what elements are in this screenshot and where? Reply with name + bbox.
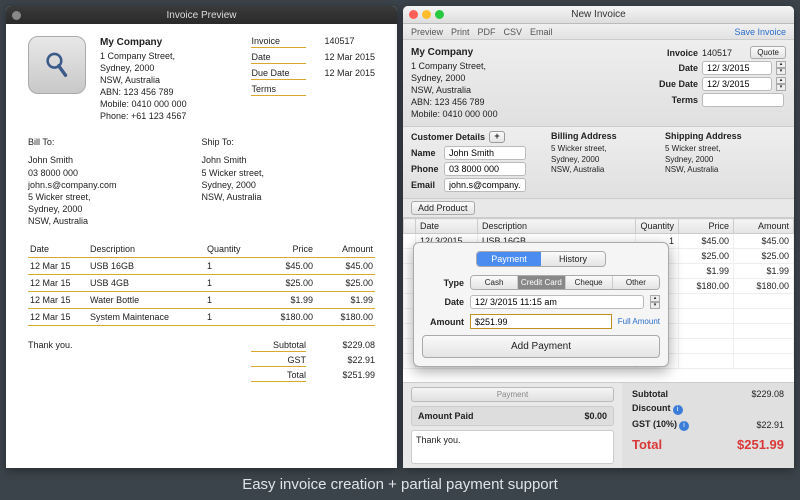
company-info: My Company 1 Company Street, Sydney, 200… (100, 36, 187, 122)
bill-to: Bill To: John Smith03 8000 000john.s@com… (28, 136, 202, 227)
preview-titlebar: Invoice Preview (6, 6, 397, 24)
marketing-caption: Easy invoice creation + partial payment … (0, 468, 800, 493)
totals: Subtotal$229.08 GST$22.91 Total$251.99 (251, 340, 375, 385)
summary-panel: Subtotal$229.08 Discounti GST (10%)i$22.… (622, 383, 794, 468)
close-icon[interactable] (409, 10, 418, 19)
invoice-number: 140517 (702, 48, 732, 58)
toolbar-preview[interactable]: Preview (411, 27, 443, 37)
tab-payment: Payment (477, 252, 541, 266)
thank-you: Thank you. (28, 340, 73, 385)
payment-type-segment[interactable]: CashCredit CardChequeOther (470, 275, 660, 290)
toolbar-email[interactable]: Email (530, 27, 553, 37)
add-payment-button[interactable]: Add Payment (422, 335, 660, 358)
terms-input[interactable] (702, 93, 784, 107)
info-icon[interactable]: i (679, 421, 689, 431)
close-icon[interactable] (12, 11, 21, 20)
customer-email-input[interactable] (444, 178, 526, 192)
customer-name-input[interactable] (444, 146, 526, 160)
line-items-table: DateDescriptionQuantityPriceAmount 12 Ma… (28, 241, 375, 326)
customer-phone-input[interactable] (444, 162, 526, 176)
editor-toolbar: Preview Print PDF CSV Email Save Invoice (403, 24, 794, 40)
quote-button[interactable]: Quote (750, 46, 786, 59)
payment-date-input[interactable] (470, 295, 644, 309)
add-customer-button[interactable]: + (489, 131, 505, 143)
editor-title: New Invoice (571, 9, 625, 20)
payment-date-stepper[interactable]: ▴▾ (650, 295, 660, 309)
payment-amount-input[interactable] (470, 314, 612, 329)
full-amount-link[interactable]: Full Amount (618, 317, 660, 326)
invoice-meta: Invoice140517 Date12 Mar 2015 Due Date12… (251, 36, 375, 122)
minimize-icon[interactable] (422, 10, 431, 19)
due-stepper[interactable]: ▴▾ (776, 77, 786, 91)
due-date-input[interactable] (702, 77, 772, 91)
payment-history-tabs[interactable]: Payment History (476, 251, 606, 267)
preview-title: Invoice Preview (166, 10, 236, 21)
ship-to: Ship To: John Smith5 Wicker street,Sydne… (202, 136, 376, 227)
toolbar-csv[interactable]: CSV (504, 27, 523, 37)
toolbar-print[interactable]: Print (451, 27, 470, 37)
info-icon[interactable]: i (673, 405, 683, 415)
billing-address: 5 Wicker street,Sydney, 2000NSW, Austral… (551, 144, 651, 175)
shipping-address: 5 Wicker street,Sydney, 2000NSW, Austral… (665, 144, 765, 175)
date-stepper[interactable]: ▴▾ (776, 61, 786, 75)
amount-paid: Amount Paid$0.00 (411, 406, 614, 426)
zoom-icon[interactable] (435, 10, 444, 19)
payment-section-tab[interactable]: Payment (411, 387, 614, 402)
add-product-button[interactable]: Add Product (411, 201, 475, 215)
save-invoice-button[interactable]: Save Invoice (734, 27, 786, 37)
tab-history: History (541, 252, 605, 266)
editor-company-info: My Company 1 Company Street,Sydney, 2000… (411, 46, 498, 120)
invoice-note[interactable]: Thank you. (411, 430, 614, 464)
company-logo (28, 36, 86, 94)
payment-popover: Payment History Type CashCredit CardCheq… (413, 242, 669, 367)
date-input[interactable] (702, 61, 772, 75)
toolbar-pdf[interactable]: PDF (478, 27, 496, 37)
editor-titlebar: New Invoice (403, 6, 794, 24)
